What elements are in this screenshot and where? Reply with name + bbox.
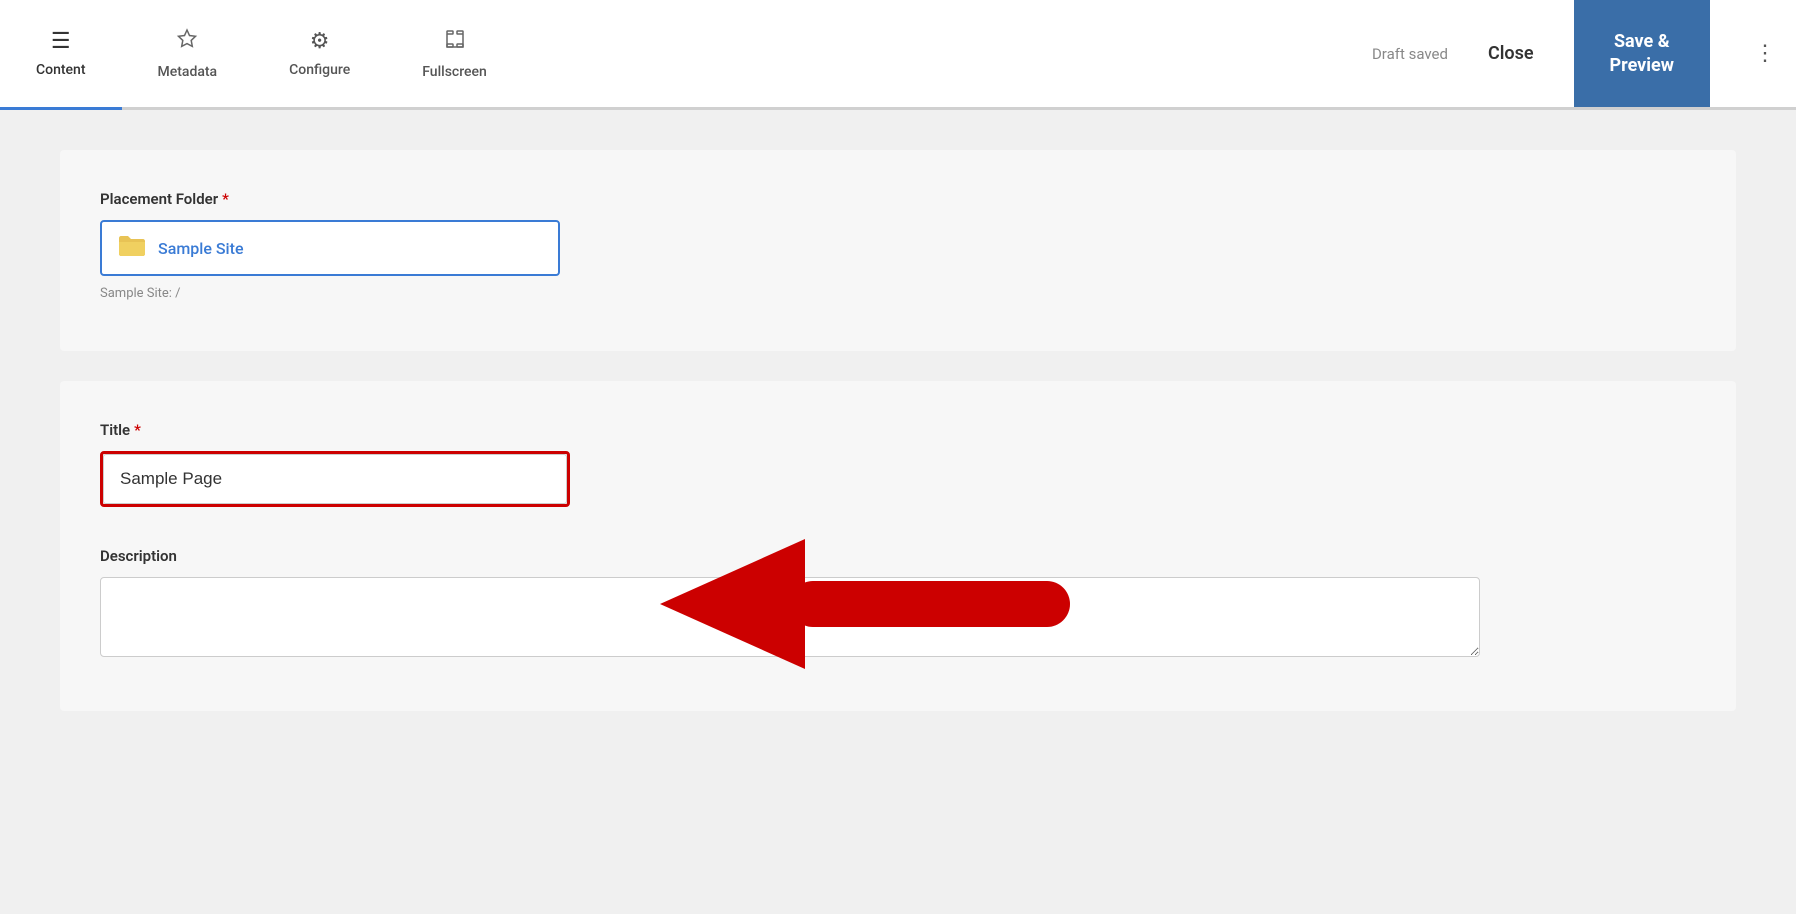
- tab-fullscreen[interactable]: Fullscreen: [386, 0, 523, 110]
- folder-icon: [118, 234, 146, 262]
- tab-fullscreen-label: Fullscreen: [422, 64, 487, 80]
- title-field-wrapper: [100, 451, 570, 507]
- folder-name-text: Sample Site: [158, 239, 244, 258]
- more-options-button[interactable]: ⋮: [1734, 0, 1796, 107]
- more-icon: ⋮: [1754, 41, 1776, 66]
- tab-configure[interactable]: ⚙ Configure: [253, 0, 386, 110]
- content-icon: ☰: [51, 29, 71, 54]
- metadata-icon: [176, 28, 198, 56]
- placement-folder-section: Placement Folder* Sample Site Sample Sit…: [60, 150, 1736, 351]
- toolbar: ☰ Content Metadata ⚙ Configure Fullscree…: [0, 0, 1796, 110]
- tab-configure-label: Configure: [289, 62, 350, 78]
- title-field-label: Title*: [100, 421, 1696, 439]
- toolbar-right: Draft saved Close Save & Preview ⋮: [1372, 0, 1796, 107]
- draft-saved-status: Draft saved: [1372, 45, 1448, 63]
- tab-content-label: Content: [36, 62, 86, 78]
- placement-folder-input[interactable]: Sample Site: [100, 220, 560, 276]
- fullscreen-icon: [444, 28, 466, 56]
- tab-metadata-label: Metadata: [158, 64, 218, 80]
- save-preview-button[interactable]: Save & Preview: [1574, 0, 1710, 107]
- title-section: Title* Description: [60, 381, 1736, 711]
- placement-folder-label: Placement Folder*: [100, 190, 1696, 208]
- folder-path-text: Sample Site: /: [100, 286, 1696, 301]
- arrow-annotation: [660, 539, 1090, 669]
- main-content: Placement Folder* Sample Site Sample Sit…: [0, 110, 1796, 914]
- title-input[interactable]: [103, 454, 567, 504]
- placement-required-star: *: [222, 190, 229, 208]
- title-required-star: *: [134, 421, 141, 439]
- close-button[interactable]: Close: [1472, 43, 1550, 64]
- tab-metadata[interactable]: Metadata: [122, 0, 254, 110]
- tab-content[interactable]: ☰ Content: [0, 0, 122, 110]
- configure-icon: ⚙: [310, 29, 330, 54]
